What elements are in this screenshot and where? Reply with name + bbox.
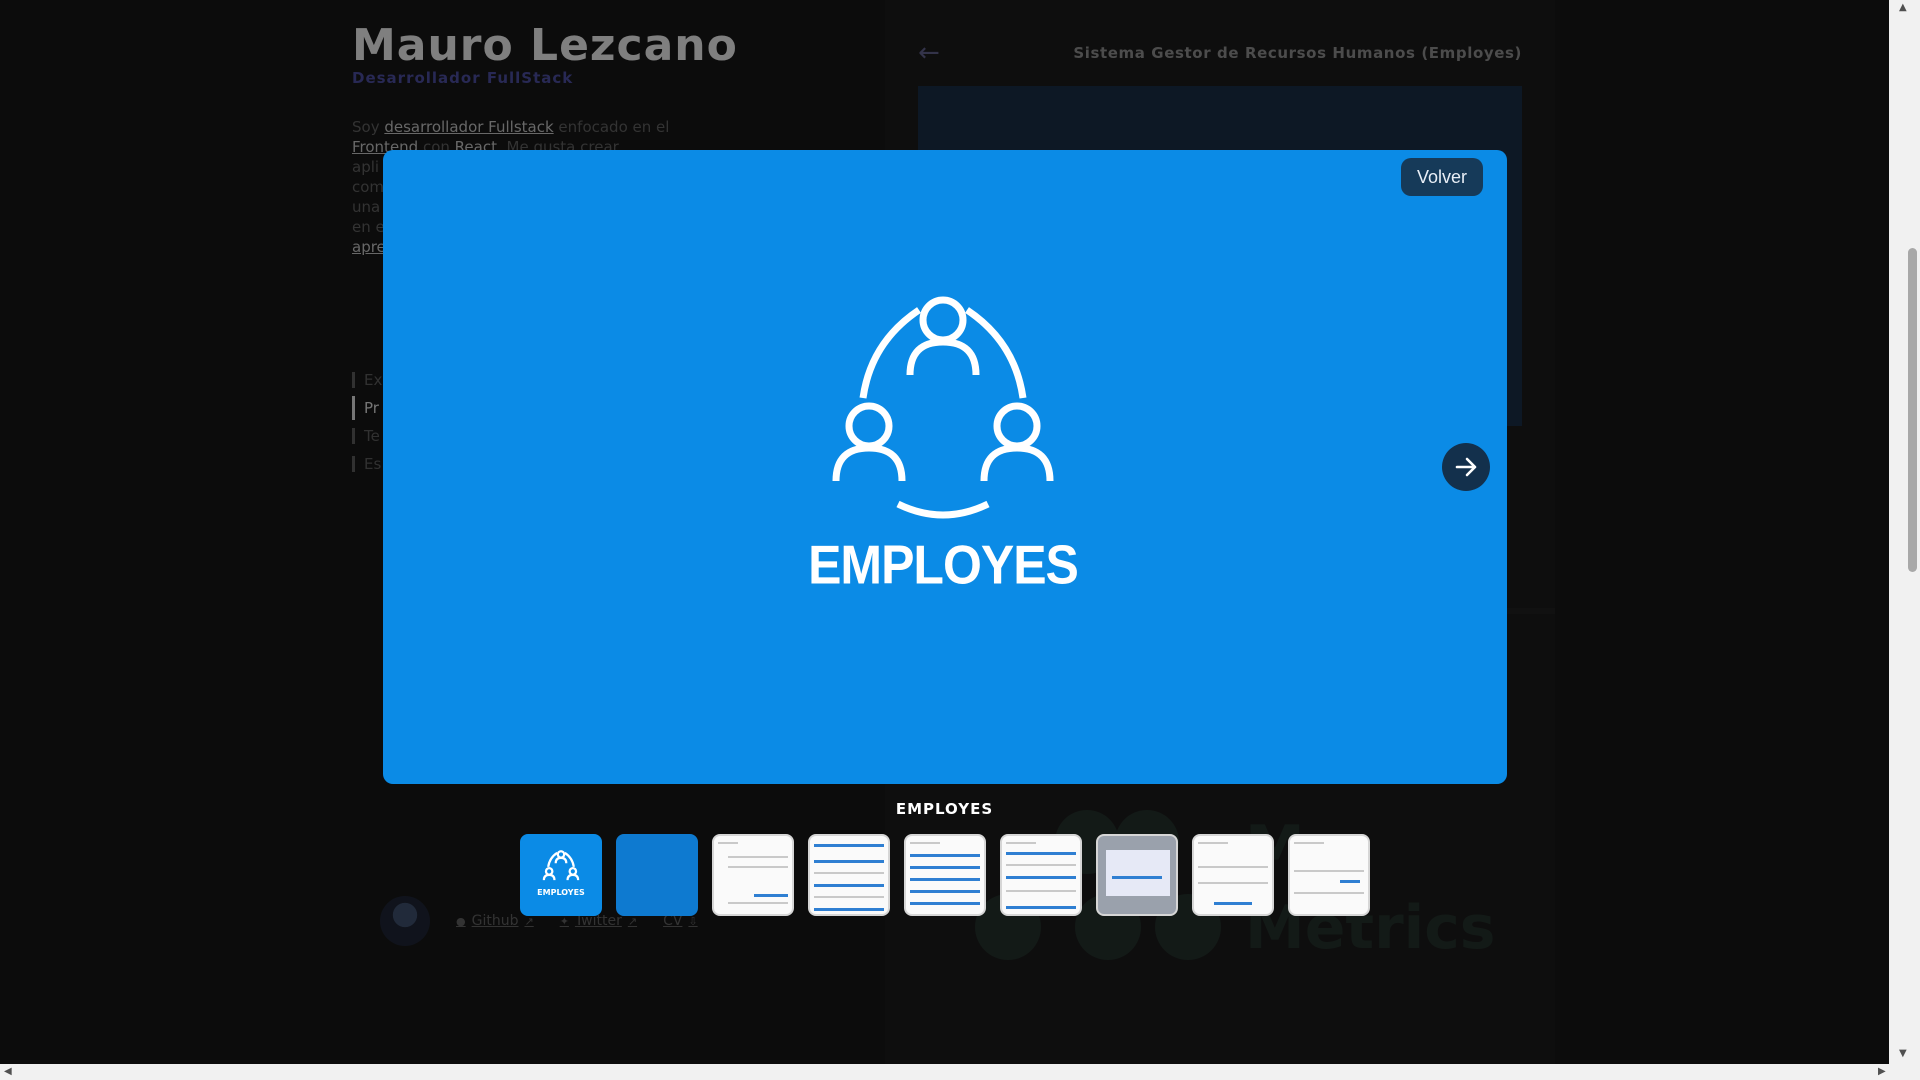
thumbnail[interactable] — [712, 834, 794, 916]
arrow-right-icon — [1455, 457, 1477, 477]
thumb-stripe — [910, 854, 980, 857]
thumb-line — [814, 872, 884, 874]
thumb-line — [728, 856, 788, 858]
scroll-down-icon[interactable]: ▼ — [1899, 1048, 1907, 1059]
thumb-stripe — [1006, 906, 1076, 909]
thumb-stripe — [1006, 876, 1076, 879]
thumb-stripe — [1214, 902, 1252, 905]
thumb-stripe — [1112, 876, 1162, 879]
people-circle-icon — [542, 850, 580, 881]
thumbnail[interactable] — [1000, 834, 1082, 916]
thumb-stripe — [1006, 852, 1076, 855]
thumb-line — [1294, 892, 1364, 894]
thumb-panel — [1106, 850, 1170, 896]
thumbnail[interactable] — [904, 834, 986, 916]
thumbnail[interactable]: EMPLOYES — [520, 834, 602, 916]
people-circle-icon — [832, 296, 1054, 519]
thumb-stripe — [910, 890, 980, 893]
thumb-line — [728, 866, 788, 868]
thumb-line — [718, 842, 738, 844]
scroll-up-icon[interactable]: ▲ — [1899, 2, 1907, 13]
thumb-line — [728, 902, 788, 904]
thumbnail[interactable] — [808, 834, 890, 916]
thumbnail[interactable] — [1192, 834, 1274, 916]
thumb-line — [1006, 842, 1036, 844]
image-caption: EMPLOYES — [895, 800, 994, 818]
thumbnail[interactable] — [616, 834, 698, 916]
thumb-line — [1198, 882, 1268, 884]
thumb-stripe — [814, 908, 884, 911]
thumb-stripe — [814, 884, 884, 887]
volver-button[interactable]: Volver — [1400, 158, 1483, 196]
thumb-stripe — [910, 878, 980, 881]
thumb-line — [1294, 842, 1324, 844]
employes-logo: EMPLOYES — [803, 280, 1083, 610]
thumbnail[interactable] — [1096, 834, 1178, 916]
thumb-stripe — [754, 894, 788, 897]
horizontal-scrollbar[interactable]: ◀ ▶ — [0, 1064, 1920, 1080]
thumb-line — [1198, 842, 1228, 844]
thumb-line — [1006, 864, 1076, 866]
next-image-button[interactable] — [1442, 443, 1490, 491]
scroll-left-icon[interactable]: ◀ — [4, 1066, 12, 1077]
thumb-stripe — [1340, 880, 1360, 883]
vertical-scrollbar-thumb[interactable] — [1908, 248, 1917, 572]
thumbnail[interactable] — [1288, 834, 1370, 916]
thumb-line — [910, 842, 940, 844]
thumb-line — [1198, 866, 1268, 868]
page-viewport: Mauro Lezcano Desarrollador FullStack So… — [0, 0, 1889, 1064]
thumb-stripe — [814, 844, 884, 847]
thumb-stripe — [814, 860, 884, 863]
image-lightbox: Volver EMPLOYES — [383, 150, 1507, 784]
thumb-line — [1294, 870, 1364, 872]
thumb-line — [814, 896, 884, 898]
thumb-line — [1006, 890, 1076, 892]
thumb-stripe — [910, 866, 980, 869]
logo-wordmark: EMPLOYES — [808, 534, 1079, 596]
thumbnail-logo-text: EMPLOYES — [537, 888, 585, 897]
thumb-stripe — [910, 902, 980, 905]
scroll-right-icon[interactable]: ▶ — [1878, 1066, 1886, 1077]
thumbnail-strip: EMPLOYES — [520, 834, 1370, 916]
